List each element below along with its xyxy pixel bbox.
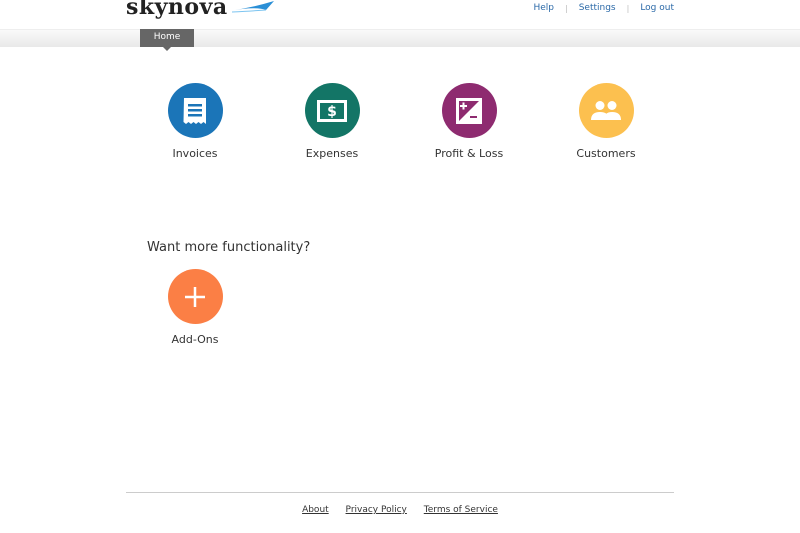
tile-label: Invoices (172, 147, 218, 160)
tile-label: Expenses (305, 147, 359, 160)
help-link[interactable]: Help (533, 3, 554, 13)
tile-label: Customers (576, 147, 636, 160)
invoices-tile[interactable]: Invoices (140, 83, 250, 160)
plus-minus-icon (441, 83, 497, 138)
plus-icon (167, 269, 223, 324)
people-icon (578, 83, 634, 138)
tab-home[interactable]: Home (140, 29, 194, 51)
tile-label: Profit & Loss (434, 147, 504, 160)
settings-link[interactable]: Settings (579, 3, 616, 13)
logout-link[interactable]: Log out (640, 3, 674, 13)
privacy-policy-link[interactable]: Privacy Policy (346, 505, 407, 515)
expenses-tile[interactable]: $ Expenses (277, 83, 387, 160)
nav-bar (0, 29, 800, 47)
addons-tile[interactable]: Add-Ons (140, 269, 250, 346)
divider: | (626, 3, 630, 13)
about-link[interactable]: About (302, 505, 329, 515)
customers-tile[interactable]: Customers (551, 83, 661, 160)
terms-of-service-link[interactable]: Terms of Service (424, 505, 498, 515)
svg-text:$: $ (327, 104, 337, 120)
logo-swoosh-icon (228, 1, 274, 13)
divider: | (564, 3, 568, 13)
footer-divider (126, 492, 674, 493)
dollar-bill-icon: $ (304, 83, 360, 138)
logo[interactable]: skynova (126, 0, 228, 20)
addons-heading: Want more functionality? (147, 240, 311, 255)
tile-label: Add-Ons (171, 333, 219, 346)
receipt-icon (167, 83, 223, 138)
profit-loss-tile[interactable]: Profit & Loss (414, 83, 524, 160)
top-links: Help | Settings | Log out (533, 3, 674, 13)
footer-links: About Privacy Policy Terms of Service (0, 505, 800, 515)
